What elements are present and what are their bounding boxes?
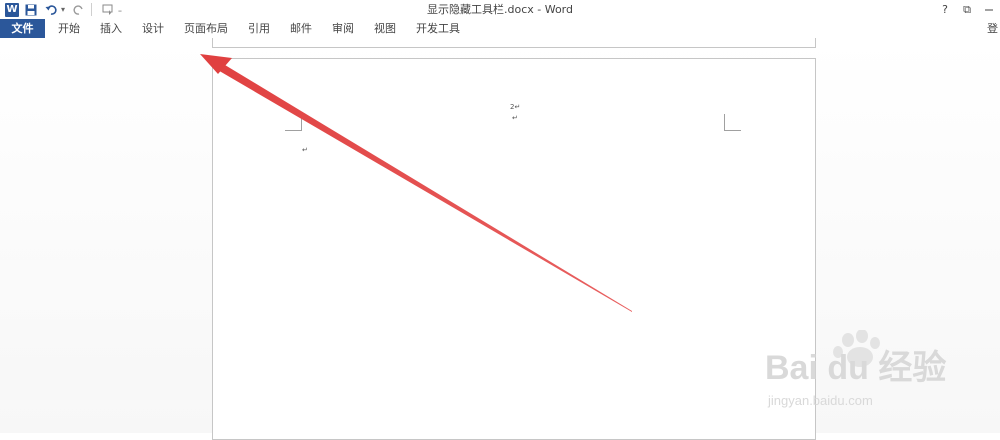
tab-developer[interactable]: 开发工具 [407,19,469,38]
account-signin[interactable]: 登 [987,19,998,38]
watermark-logo-text: Bai du 经验 [765,349,947,387]
document-title: 显示隐藏工具栏.docx - Word [426,3,573,16]
tab-view[interactable]: 视图 [365,19,405,38]
tab-design[interactable]: 设计 [133,19,173,38]
tab-mailings[interactable]: 邮件 [281,19,321,38]
ribbon-tabs: 文件 开始 插入 设计 页面布局 引用 邮件 审阅 视图 开发工具 登 [0,19,1000,38]
margin-corner-top-left [285,114,302,131]
tab-references[interactable]: 引用 [239,19,279,38]
paragraph-mark-header: ↵ [512,114,518,122]
tab-file[interactable]: 文件 [0,19,45,38]
title-bar: W ▾ ₌ 显示隐藏工具栏.docx - Word ? ⧉ [0,0,1000,19]
tab-home[interactable]: 开始 [49,19,89,38]
tab-review[interactable]: 审阅 [323,19,363,38]
ribbon-display-options-button[interactable]: ⧉ [956,3,978,17]
window-controls: ? ⧉ [934,0,1000,19]
minimize-button[interactable] [978,3,1000,16]
tab-page-layout[interactable]: 页面布局 [175,19,237,38]
margin-corner-top-right [724,114,741,131]
header-page-number: 2↵ [510,103,521,111]
help-button[interactable]: ? [934,3,956,16]
paragraph-mark-body[interactable]: ↵ [302,146,308,154]
watermark-url: jingyan.baidu.com [768,393,873,408]
tab-insert[interactable]: 插入 [91,19,131,38]
previous-page-bottom [212,38,816,48]
